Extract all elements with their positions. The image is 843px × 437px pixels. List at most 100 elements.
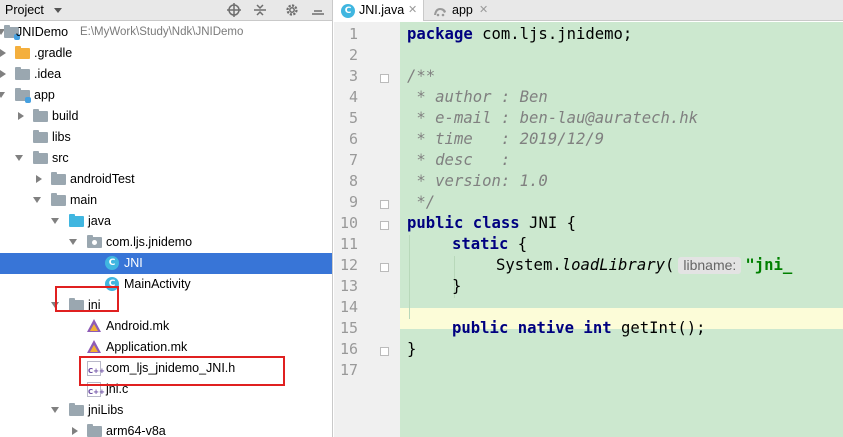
expand-arrow-icon[interactable] xyxy=(69,239,77,245)
hide-icon[interactable] xyxy=(310,2,326,18)
tree-item-build[interactable]: build xyxy=(0,106,332,127)
code-line-12: System.loadLibrary(libname: "jni_ xyxy=(496,255,792,276)
expand-arrow-icon[interactable] xyxy=(15,155,23,161)
line-number: 5 xyxy=(348,109,358,127)
tree-item-label: com.ljs.jnidemo xyxy=(106,235,193,249)
tree-item-idea[interactable]: .idea xyxy=(0,64,332,85)
tree-item-label: src xyxy=(52,151,69,165)
tree-item-label: jniLibs xyxy=(88,403,124,417)
tree-item-jnidemo[interactable]: JNIDemo E:\MyWork\Study\Ndk\JNIDemo xyxy=(0,22,332,43)
code-line-3: /** xyxy=(407,67,436,85)
line-number: 4 xyxy=(348,88,358,106)
method-name: loadLibrary xyxy=(561,256,665,274)
code-line-13: } xyxy=(452,277,462,295)
fold-marker-icon[interactable] xyxy=(380,74,389,83)
code-line-7: * desc : xyxy=(407,151,511,169)
editor-gutter[interactable]: 1 2 3 4 5 6 7 8 9 10 11 12 13 14 15 16 1… xyxy=(334,22,400,437)
tree-item-libs[interactable]: libs xyxy=(0,127,332,148)
code-text: JNI { xyxy=(519,214,577,232)
fold-marker-icon[interactable] xyxy=(380,263,389,272)
tree-item-package[interactable]: com.ljs.jnidemo xyxy=(0,232,332,253)
target-icon[interactable] xyxy=(226,2,242,18)
tree-item-gradle[interactable]: .gradle xyxy=(0,43,332,64)
source-folder-icon xyxy=(69,214,85,228)
tree-item-label: arm64-v8a xyxy=(106,424,166,437)
project-view-title[interactable]: Project xyxy=(5,3,44,17)
fold-marker-icon[interactable] xyxy=(380,221,389,230)
code-text: ( xyxy=(665,256,675,274)
highlight-box-header-file xyxy=(79,356,285,386)
line-number: 3 xyxy=(348,67,358,85)
tree-item-application-mk[interactable]: Application.mk xyxy=(0,337,332,358)
line-number: 13 xyxy=(339,277,358,295)
highlight-box-jni-folder xyxy=(55,286,119,312)
tree-item-app[interactable]: app xyxy=(0,85,332,106)
expand-arrow-icon[interactable] xyxy=(0,70,6,78)
expand-arrow-icon[interactable] xyxy=(51,407,59,413)
line-number: 12 xyxy=(339,256,358,274)
indent-guide xyxy=(409,235,410,319)
tree-item-label: build xyxy=(52,109,79,123)
line-number: 15 xyxy=(339,319,358,337)
code-line-1: package com.ljs.jnidemo; xyxy=(407,24,632,45)
tree-item-jni-folder[interactable]: jni xyxy=(0,295,332,316)
string-literal: "jni_ xyxy=(745,256,793,274)
line-number: 2 xyxy=(348,46,358,64)
chevron-down-icon[interactable] xyxy=(54,8,62,13)
fold-marker-icon[interactable] xyxy=(380,347,389,356)
tree-item-src[interactable]: src xyxy=(0,148,332,169)
tree-item-jnilibs[interactable]: jniLibs xyxy=(0,400,332,421)
expand-arrow-icon[interactable] xyxy=(72,427,78,435)
keyword: package xyxy=(407,25,473,43)
tree-item-label: .idea xyxy=(34,67,62,81)
tree-item-label: app xyxy=(34,88,55,102)
expand-arrow-icon[interactable] xyxy=(51,218,59,224)
tree-item-androidtest[interactable]: androidTest xyxy=(0,169,332,190)
keyword: public native int xyxy=(452,319,612,337)
code-line-10: public class JNI { xyxy=(407,213,576,234)
expand-arrow-icon[interactable] xyxy=(0,92,5,98)
tree-item-label: libs xyxy=(52,130,71,144)
gear-icon[interactable] xyxy=(284,2,300,18)
line-number: 6 xyxy=(348,130,358,148)
tree-item-label: main xyxy=(70,193,98,207)
line-number: 17 xyxy=(339,361,358,379)
line-number: 10 xyxy=(339,214,358,232)
tab-jni-java[interactable]: C JNI.java ✕ xyxy=(334,0,424,21)
tree-item-arm64[interactable]: arm64-v8a xyxy=(0,421,332,437)
folder-icon xyxy=(33,130,49,144)
line-number: 16 xyxy=(339,340,358,358)
tab-label: JNI.java xyxy=(359,3,405,17)
code-editor[interactable]: package com.ljs.jnidemo; /** * author : … xyxy=(400,22,843,437)
expand-arrow-icon[interactable] xyxy=(0,49,6,57)
makefile-icon xyxy=(87,319,103,333)
expand-arrow-icon[interactable] xyxy=(36,175,42,183)
tree-item-label: JNIDemo xyxy=(16,25,69,39)
class-icon: C xyxy=(341,4,355,18)
expand-arrow-icon[interactable] xyxy=(33,197,41,203)
tree-item-main[interactable]: main xyxy=(0,190,332,211)
line-number: 8 xyxy=(348,172,358,190)
collapse-icon[interactable] xyxy=(252,2,268,18)
code-text: System. xyxy=(496,256,562,274)
tree-item-label: androidTest xyxy=(70,172,135,186)
fold-marker-icon[interactable] xyxy=(380,200,389,209)
line-number: 11 xyxy=(339,235,358,253)
tree-item-label: MainActivity xyxy=(124,277,191,291)
tree-item-label: java xyxy=(88,214,111,228)
tree-item-mainactivity[interactable]: C MainActivity xyxy=(0,274,332,295)
expand-arrow-icon[interactable] xyxy=(18,112,24,120)
tree-item-java[interactable]: java xyxy=(0,211,332,232)
code-text: getInt(); xyxy=(611,319,706,337)
tree-item-android-mk[interactable]: Android.mk xyxy=(0,316,332,337)
code-line-5: * e-mail : ben-lau@auratech.hk xyxy=(407,109,699,127)
tree-item-jni-class[interactable]: C JNI xyxy=(0,253,332,274)
makefile-icon xyxy=(87,340,103,354)
folder-icon xyxy=(15,46,31,60)
package-icon xyxy=(87,235,103,249)
tab-app-gradle[interactable]: app ✕ xyxy=(426,0,496,21)
close-icon[interactable]: ✕ xyxy=(479,3,488,16)
close-icon[interactable]: ✕ xyxy=(408,3,417,16)
folder-icon xyxy=(15,67,31,81)
line-number: 14 xyxy=(339,298,358,316)
